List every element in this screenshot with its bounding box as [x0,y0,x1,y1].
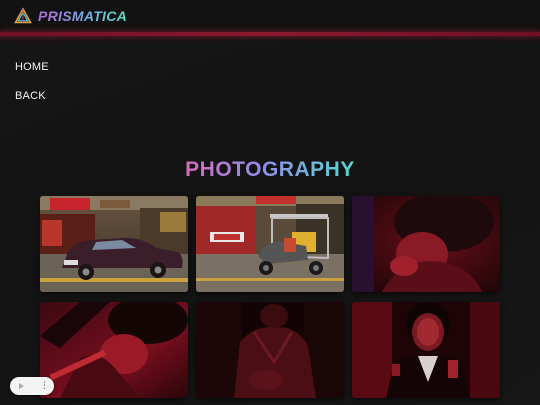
section-title-text: PHOTOGRAPHY [185,158,355,181]
header-divider [0,32,540,36]
more-vertical-icon[interactable]: ⋮ [40,380,49,392]
red-portrait-photo [352,196,500,292]
nav-home-link[interactable]: HOME [15,61,49,73]
car-street-photo [40,196,188,292]
brand-name[interactable]: PRISMATICA [38,8,127,24]
gallery-photo-car[interactable] [40,196,188,292]
prism-triangle-icon[interactable] [14,7,32,25]
young-man-portrait-photo [352,302,500,398]
photo-gallery [40,196,500,405]
red-silhouette-photo [40,302,188,398]
page: PRISMATICA HOME BACK PHOTOGRAPHY ⋮ [0,0,540,405]
tricycle-street-photo [196,196,344,292]
gallery-photo-tricycle[interactable] [196,196,344,292]
gallery-photo-dark-figure[interactable] [196,302,344,398]
media-player-widget[interactable]: ⋮ [10,377,54,395]
header: PRISMATICA [0,0,540,34]
dark-red-figure-photo [196,302,344,398]
gallery-photo-red-silhouette[interactable] [40,302,188,398]
section-title: PHOTOGRAPHY [0,158,540,182]
gallery-photo-red-portrait[interactable] [352,196,500,292]
nav-back-link[interactable]: BACK [15,90,46,102]
gallery-photo-young-man[interactable] [352,302,500,398]
play-icon[interactable] [19,383,24,389]
